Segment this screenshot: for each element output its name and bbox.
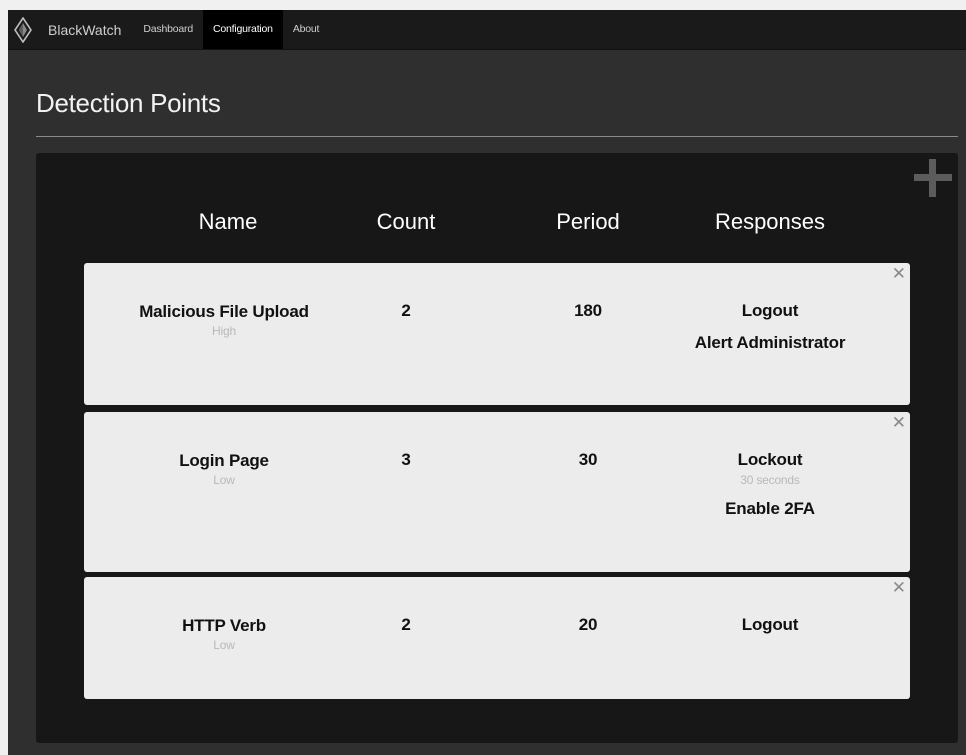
detection-points-panel: Name Count Period Responses ✕ Malicious … <box>36 153 958 743</box>
response-label: Alert Administrator <box>694 333 846 352</box>
diamond-logo-icon[interactable] <box>14 16 36 44</box>
response-label: Lockout <box>737 450 803 469</box>
row-period: 180 <box>574 301 602 320</box>
close-icon[interactable]: ✕ <box>892 579 906 597</box>
brand-name[interactable]: BlackWatch <box>48 22 121 38</box>
navbar: BlackWatch Dashboard Configuration About <box>8 10 966 50</box>
nav-link-dashboard[interactable]: Dashboard <box>133 10 203 49</box>
response-item: Logout <box>670 615 870 635</box>
row-name-cell: Login Page Low <box>124 450 324 487</box>
row-severity: High <box>212 324 236 338</box>
row-responses: Logout <box>670 615 870 647</box>
header-period: Period <box>556 209 620 234</box>
response-item: Enable 2FA <box>670 499 870 519</box>
add-detection-point-button[interactable] <box>914 159 952 197</box>
table-row[interactable]: ✕ Login Page Low 3 30 Lockout 30 seconds… <box>84 412 910 572</box>
response-label: Enable 2FA <box>725 499 815 518</box>
row-name: Login Page <box>179 451 269 470</box>
nav-link-about[interactable]: About <box>283 10 329 49</box>
response-label: Logout <box>741 301 799 320</box>
header-responses: Responses <box>714 209 826 234</box>
page-title: Detection Points <box>36 88 221 118</box>
table-header: Name Count Period Responses <box>36 209 958 239</box>
response-item: Lockout 30 seconds <box>670 450 870 487</box>
row-responses: Lockout 30 seconds Enable 2FA <box>670 450 870 531</box>
row-name: HTTP Verb <box>182 616 266 635</box>
row-name: Malicious File Upload <box>139 302 309 321</box>
header-name: Name <box>198 209 258 234</box>
header-count: Count <box>376 209 436 234</box>
row-responses: Logout Alert Administrator <box>670 301 870 365</box>
table-row[interactable]: ✕ HTTP Verb Low 2 20 Logout <box>84 577 910 699</box>
row-count: 3 <box>401 450 411 469</box>
row-period: 30 <box>578 450 598 469</box>
title-divider <box>36 136 958 137</box>
response-item: Alert Administrator <box>670 333 870 353</box>
row-name-cell: HTTP Verb Low <box>124 615 324 652</box>
response-detail: 30 seconds <box>740 473 800 487</box>
row-count: 2 <box>401 301 411 320</box>
close-icon[interactable]: ✕ <box>892 265 906 283</box>
response-label: Logout <box>741 615 799 634</box>
row-name-cell: Malicious File Upload High <box>139 301 309 338</box>
nav-link-configuration[interactable]: Configuration <box>202 10 283 49</box>
close-icon[interactable]: ✕ <box>892 414 906 432</box>
row-severity: Low <box>213 473 235 487</box>
row-count: 2 <box>401 615 411 634</box>
table-row[interactable]: ✕ Malicious File Upload High 2 180 Logou… <box>84 263 910 405</box>
app-window: BlackWatch Dashboard Configuration About… <box>8 10 966 755</box>
row-severity: Low <box>213 638 235 652</box>
row-period: 20 <box>578 615 598 634</box>
response-item: Logout <box>670 301 870 321</box>
